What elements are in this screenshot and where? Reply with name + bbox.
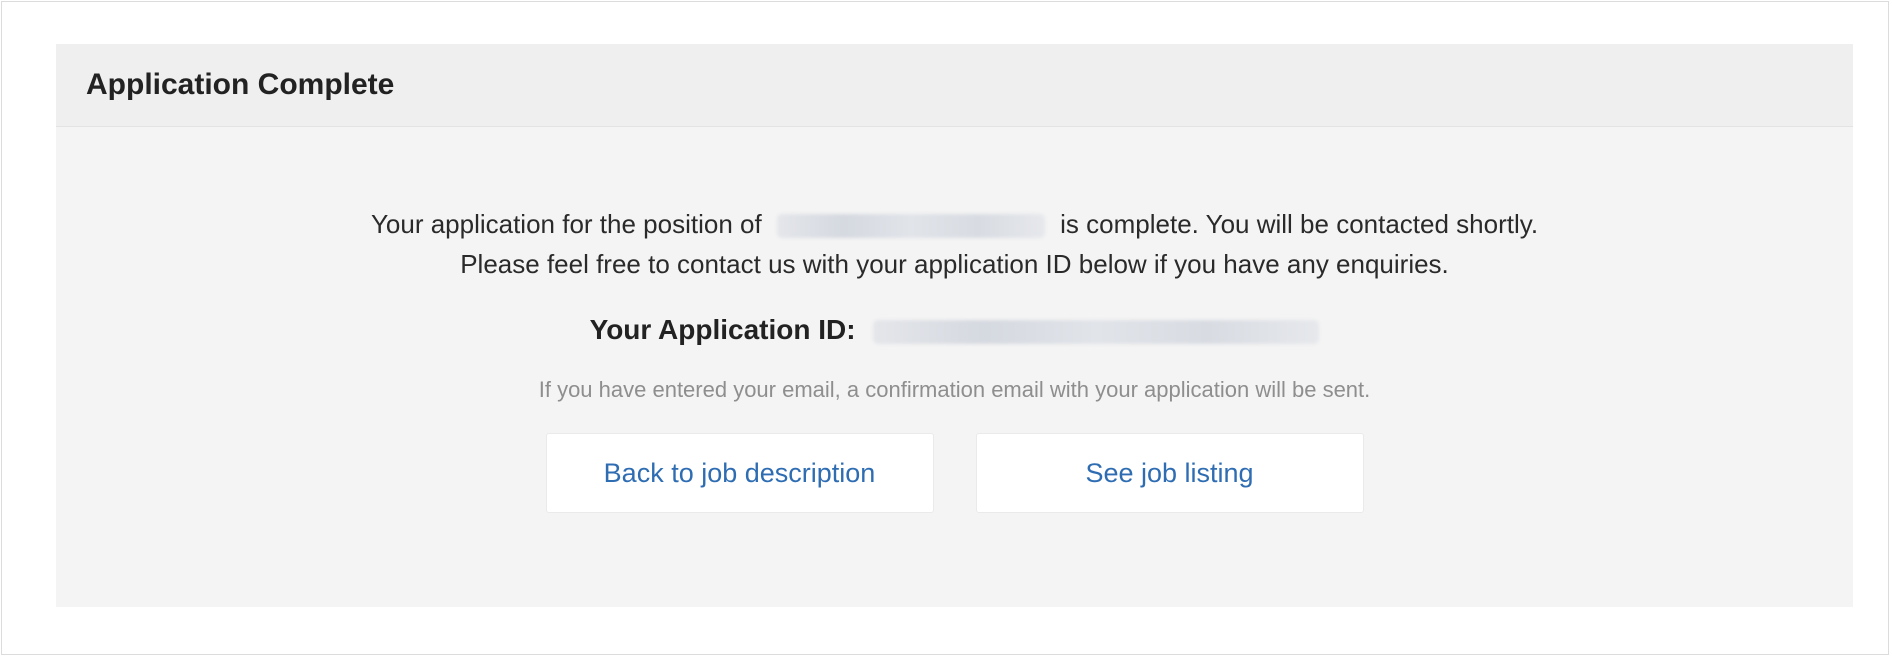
- back-to-job-description-button[interactable]: Back to job description: [545, 433, 934, 513]
- application-id-row: Your Application ID:: [56, 310, 1853, 350]
- page-title: Application Complete: [86, 68, 395, 101]
- application-complete-panel: Application Complete Your application fo…: [56, 44, 1853, 607]
- see-job-listing-button[interactable]: See job listing: [975, 433, 1364, 513]
- confirmation-email-note: If you have entered your email, a confir…: [538, 377, 1371, 402]
- redacted-position-name: [776, 214, 1045, 239]
- application-id-label: Your Application ID:: [589, 314, 856, 345]
- message-line1-suffix: is complete. You will be contacted short…: [1060, 209, 1539, 239]
- message-line2: Please feel free to contact us with your…: [460, 249, 1449, 279]
- completion-message: Your application for the position of is …: [56, 204, 1853, 284]
- message-line1-prefix: Your application for the position of: [370, 209, 762, 239]
- action-buttons: Back to job description See job listing: [56, 433, 1853, 513]
- redacted-application-id: [873, 319, 1320, 344]
- panel-header: Application Complete: [56, 44, 1853, 127]
- panel-body: Your application for the position of is …: [56, 204, 1853, 513]
- page-frame: Application Complete Your application fo…: [1, 1, 1889, 655]
